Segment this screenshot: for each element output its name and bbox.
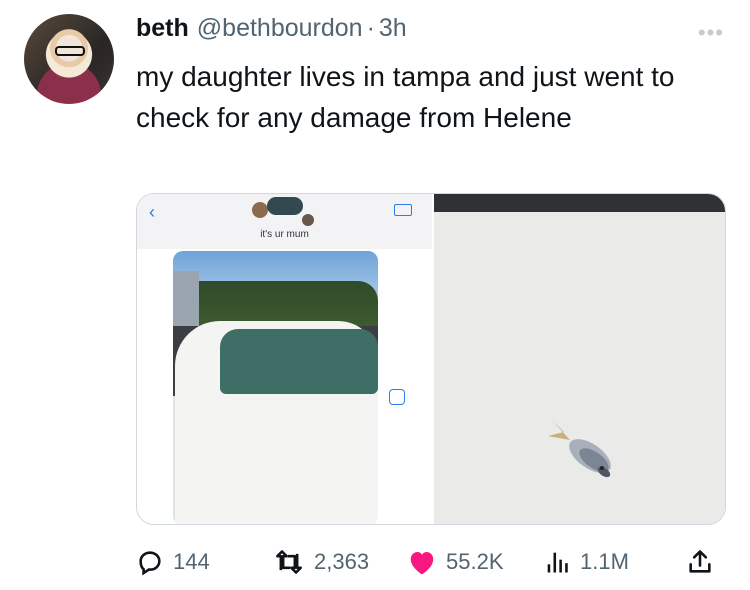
- chat-avatar-small-icon: [302, 214, 314, 226]
- photo-building: [173, 271, 199, 326]
- more-icon[interactable]: •••: [698, 20, 724, 46]
- reply-icon: [139, 551, 161, 576]
- media-image-fish[interactable]: [434, 194, 725, 524]
- like-icon: [410, 552, 434, 575]
- media-grid: ‹ it's ur mum: [136, 193, 726, 525]
- reply-count: 144: [173, 549, 210, 574]
- photo-car-roof-edge: [434, 194, 725, 212]
- views-button[interactable]: 1.1M: [543, 542, 629, 582]
- save-photo-icon: [389, 389, 405, 405]
- post-time[interactable]: 3h: [379, 14, 407, 43]
- like-button[interactable]: 55.2K: [407, 542, 504, 582]
- repost-icon: [276, 550, 302, 574]
- header-separator: ·: [366, 14, 375, 42]
- photo-trees: [173, 281, 378, 326]
- chat-avatar-icon: [252, 202, 268, 218]
- tweet-text: my daughter lives in tampa and just went…: [136, 61, 675, 133]
- fish-on-hood: [548, 420, 611, 478]
- media-image-screenshot[interactable]: ‹ it's ur mum: [137, 194, 434, 524]
- repost-button[interactable]: 2,363: [273, 542, 369, 582]
- author-avatar[interactable]: [24, 14, 114, 104]
- share-icon: [689, 550, 711, 573]
- repost-count: 2,363: [314, 549, 370, 574]
- car-photo: [173, 251, 378, 524]
- author-name[interactable]: beth: [136, 14, 189, 43]
- share-button[interactable]: [686, 542, 714, 582]
- group-avatar-icon: [267, 197, 303, 215]
- action-bar: 144 2,363 55.2K 1.1M: [136, 542, 726, 582]
- reply-button[interactable]: 144: [136, 542, 210, 582]
- back-chevron-icon: ‹: [149, 202, 155, 222]
- chat-contact-label: it's ur mum: [260, 229, 309, 240]
- avatar-glasses: [55, 46, 85, 56]
- video-call-icon: [394, 204, 412, 216]
- views-icon: [547, 552, 568, 573]
- views-count: 1.1M: [580, 549, 629, 574]
- tweet-header: beth @bethbourdon · 3h: [136, 14, 407, 44]
- author-handle[interactable]: @bethbourdon: [197, 14, 363, 43]
- photo-windshield-shade: [220, 329, 378, 394]
- like-count: 55.2K: [446, 549, 504, 574]
- chat-header: ‹ it's ur mum: [137, 194, 432, 249]
- photo-white-car: [175, 321, 378, 524]
